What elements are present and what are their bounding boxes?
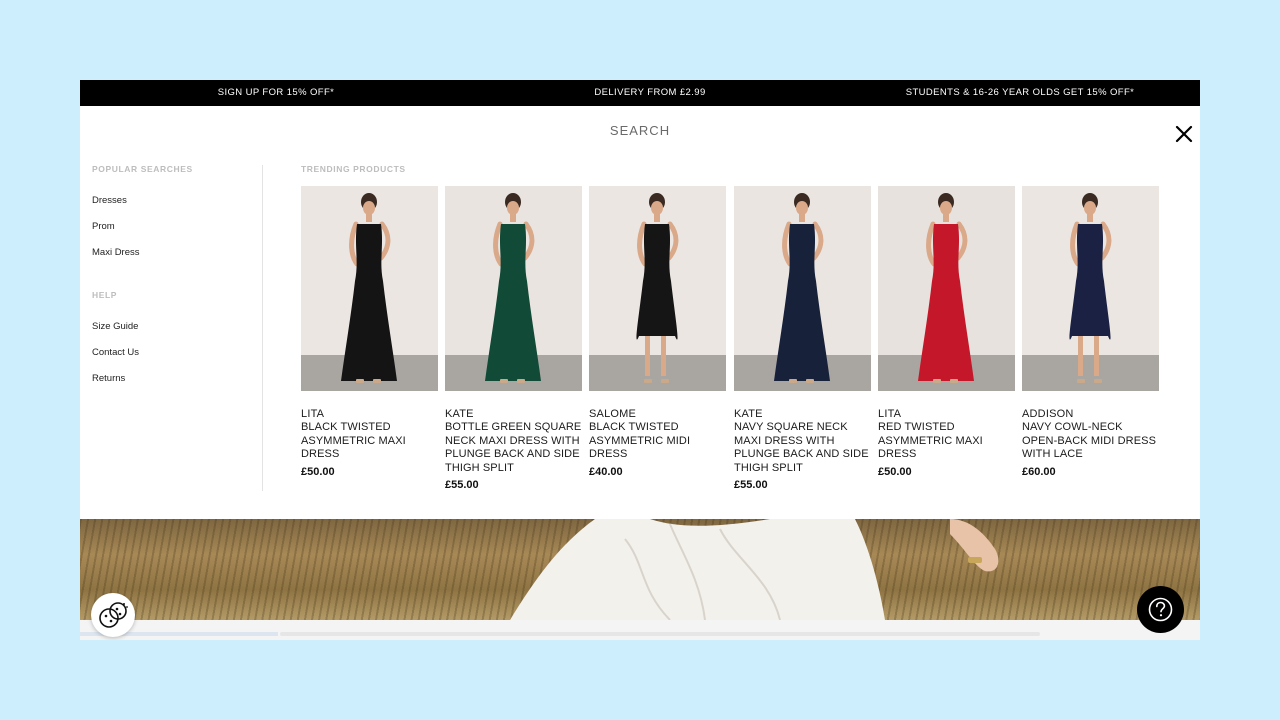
product-name: BLACK TWISTED ASYMMETRIC MAXI DRESS	[301, 421, 406, 461]
help-returns-link[interactable]: Returns	[92, 373, 125, 384]
model-shoe-right	[517, 379, 525, 383]
dress-shape	[636, 224, 678, 340]
product-card[interactable]: SALOME BLACK TWISTED ASYMMETRIC MIDI DRE…	[589, 186, 726, 478]
product-card[interactable]: KATE NAVY SQUARE NECK MAXI DRESS WITH PL…	[734, 186, 871, 491]
model-leg-right	[661, 336, 666, 376]
promo-delivery-link[interactable]: DELIVERY FROM £2.99	[500, 80, 800, 106]
product-price: £55.00	[445, 479, 479, 492]
product-price: £40.00	[589, 465, 623, 478]
promo-signup-link[interactable]: SIGN UP FOR 15% OFF*	[126, 80, 426, 106]
model-head	[1084, 201, 1096, 215]
model-neck	[1087, 214, 1093, 222]
promo-students-link[interactable]: STUDENTS & 16-26 YEAR OLDS GET 15% OFF*	[870, 80, 1170, 106]
model-arm-right	[522, 221, 535, 261]
popular-search-dresses[interactable]: Dresses	[92, 195, 127, 206]
model-shoe-left	[500, 379, 508, 383]
sidebar-divider	[262, 165, 263, 491]
model-arm-right	[666, 221, 679, 261]
product-card[interactable]: LITA RED TWISTED ASYMMETRIC MAXI DRESS £…	[878, 186, 1015, 478]
product-brand: SALOME	[589, 408, 637, 420]
product-brand: ADDISON	[1022, 408, 1074, 420]
model-neck	[654, 214, 660, 222]
dress-figure	[1069, 193, 1112, 383]
search-input[interactable]: SEARCH	[80, 123, 1200, 138]
model-shoe-left	[356, 379, 364, 383]
model-shoe-right	[373, 379, 381, 383]
dress-figure	[774, 193, 830, 383]
product-price: £50.00	[301, 465, 335, 478]
model-leg-left	[645, 336, 650, 376]
model-head	[940, 201, 952, 215]
model-shoe-right	[950, 379, 958, 383]
help-size-guide-link[interactable]: Size Guide	[92, 321, 138, 332]
model-neck	[366, 214, 372, 222]
model-arm-right	[811, 221, 824, 261]
dress-figure	[341, 193, 397, 383]
product-name: NAVY SQUARE NECK MAXI DRESS WITH PLUNGE …	[734, 421, 869, 474]
product-price: £50.00	[878, 465, 912, 478]
product-name: BOTTLE GREEN SQUARE NECK MAXI DRESS WITH…	[445, 421, 582, 474]
bottom-strip	[80, 620, 1200, 640]
model-neck	[943, 214, 949, 222]
product-image[interactable]	[589, 186, 726, 391]
product-image[interactable]	[734, 186, 871, 391]
model-leg-left	[1078, 336, 1083, 376]
product-name: BLACK TWISTED ASYMMETRIC MIDI DRESS	[589, 421, 691, 461]
help-icon[interactable]	[1137, 586, 1184, 633]
product-image[interactable]	[878, 186, 1015, 391]
product-brand: KATE	[734, 408, 763, 420]
model-head	[507, 201, 519, 215]
scroll-track[interactable]	[280, 632, 1040, 636]
product-brand: KATE	[445, 408, 474, 420]
product-name: RED TWISTED ASYMMETRIC MAXI DRESS	[878, 421, 983, 461]
product-card[interactable]: ADDISON NAVY COWL-NECK OPEN-BACK MIDI DR…	[1022, 186, 1159, 478]
product-price: £55.00	[734, 479, 768, 492]
model-head	[796, 201, 808, 215]
cookie-icon[interactable]	[91, 593, 135, 637]
product-name: NAVY COWL-NECK OPEN-BACK MIDI DRESS WITH…	[1022, 421, 1157, 461]
model-shoe-left	[933, 379, 941, 383]
product-brand: LITA	[878, 408, 902, 420]
model-arm-right	[955, 221, 968, 261]
trending-products-heading: TRENDING PRODUCTS	[301, 164, 406, 174]
product-image[interactable]	[1022, 186, 1159, 391]
help-contact-us-link[interactable]: Contact Us	[92, 347, 139, 358]
product-card[interactable]: KATE BOTTLE GREEN SQUARE NECK MAXI DRESS…	[445, 186, 582, 491]
model-shoe-left	[789, 379, 797, 383]
close-icon[interactable]	[1172, 122, 1196, 146]
model-arm-right	[378, 221, 391, 261]
hero-image	[80, 519, 1200, 620]
dress-figure	[485, 193, 541, 383]
model-head	[363, 201, 375, 215]
popular-searches-heading: POPULAR SEARCHES	[92, 164, 193, 174]
product-brand: LITA	[301, 408, 325, 420]
product-image[interactable]	[301, 186, 438, 391]
model-neck	[799, 214, 805, 222]
hero-dress-figure	[510, 519, 999, 620]
popular-search-maxi-dress[interactable]: Maxi Dress	[92, 247, 140, 258]
promo-bar: SIGN UP FOR 15% OFF* DELIVERY FROM £2.99…	[80, 80, 1200, 106]
product-card[interactable]: LITA BLACK TWISTED ASYMMETRIC MAXI DRESS…	[301, 186, 438, 478]
model-shoe-right	[661, 379, 669, 383]
model-neck	[510, 214, 516, 222]
model-leg-right	[1094, 336, 1099, 376]
search-overlay-page: SIGN UP FOR 15% OFF* DELIVERY FROM £2.99…	[80, 80, 1200, 640]
product-price: £60.00	[1022, 465, 1056, 478]
dress-figure	[636, 193, 679, 383]
popular-search-prom[interactable]: Prom	[92, 221, 115, 232]
dress-figure	[918, 193, 974, 383]
model-shoe-right	[806, 379, 814, 383]
help-heading: HELP	[92, 290, 118, 300]
product-image[interactable]	[445, 186, 582, 391]
model-shoe-right	[1094, 379, 1102, 383]
model-head	[651, 201, 663, 215]
model-shoe-left	[644, 379, 652, 383]
model-shoe-left	[1077, 379, 1085, 383]
model-arm-right	[1099, 221, 1112, 261]
dress-shape	[1069, 224, 1111, 340]
